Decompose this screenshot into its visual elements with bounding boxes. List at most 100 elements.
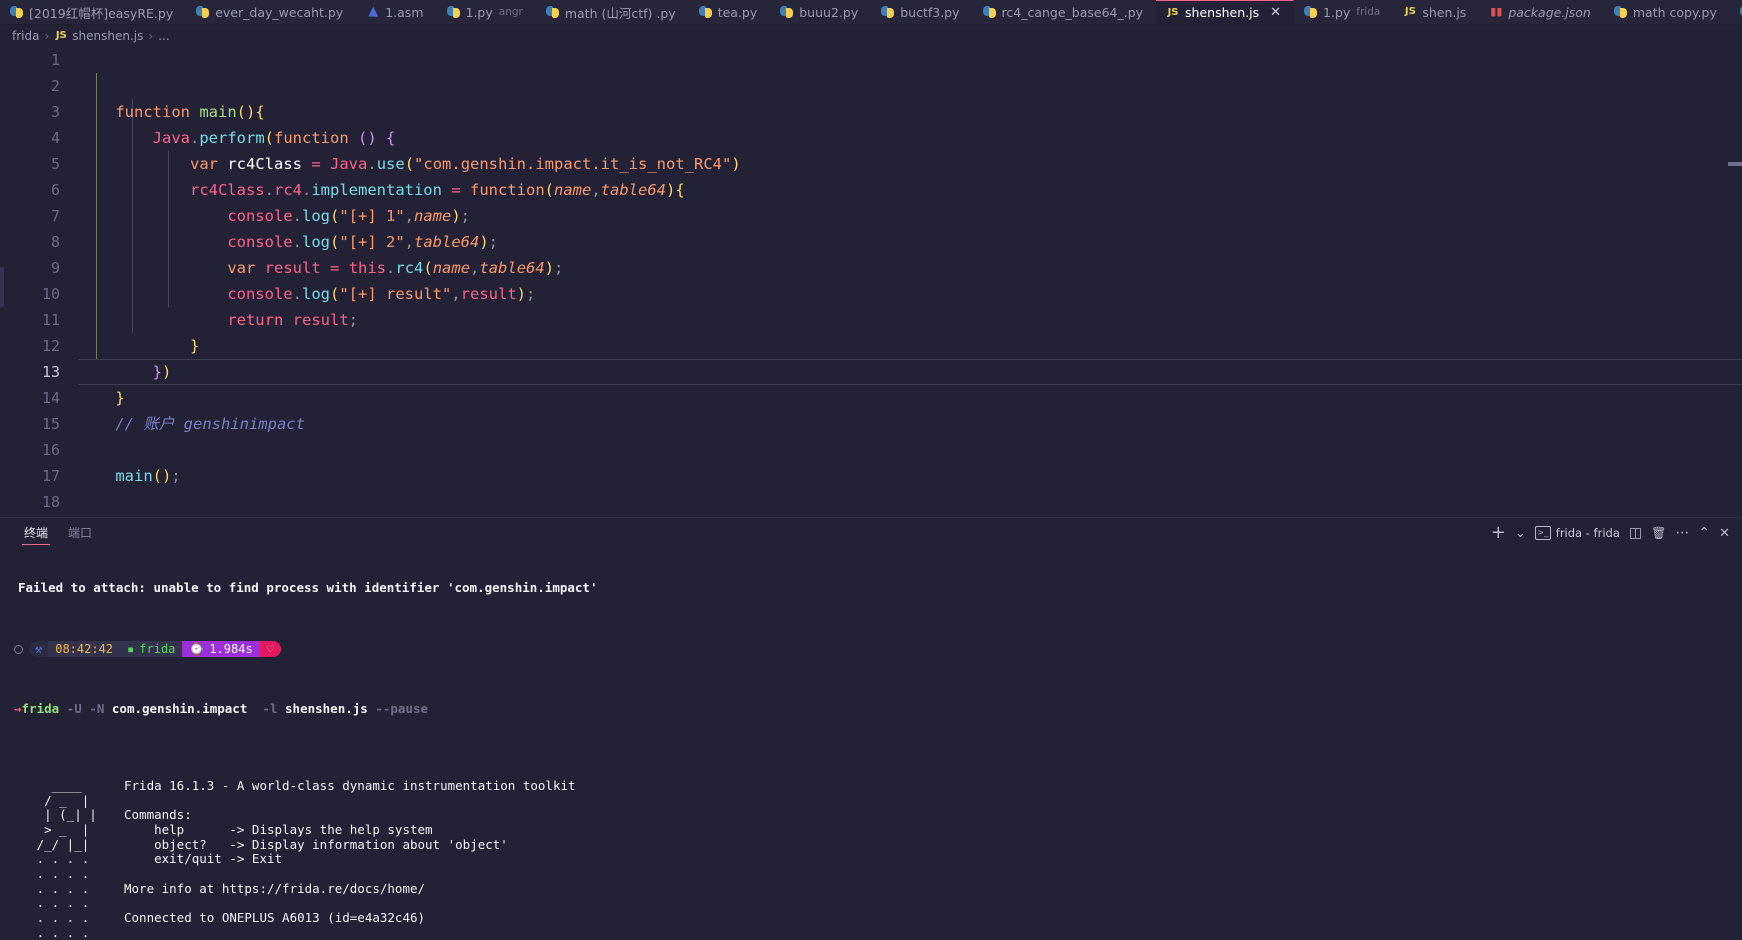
token-keyword-this: this [348,259,387,277]
code-line[interactable]: 16 [0,437,1742,463]
token-comma: , [470,259,480,277]
token-semicolon: ; [171,467,181,485]
tab-math-shanhectf-py[interactable]: math (山河ctf) .py [535,0,689,24]
heart-icon: ♡ [259,641,281,658]
tab-ever-day-wecaht-py[interactable]: ever_day_wecaht.py [186,0,357,24]
token-paren: ( [236,103,246,121]
code-line[interactable]: 18 [0,489,1742,515]
line-number: 5 [50,155,60,173]
prompt-arrow-icon: → [14,701,22,717]
code-line[interactable]: 12 } [0,333,1742,407]
tab-1-asm[interactable]: ▲ 1.asm [356,0,437,24]
tab-label: 1.py [465,4,493,20]
token-param-name: name [414,207,452,225]
line-number: 13 [41,363,60,381]
tab-shen-js[interactable]: JS shen.js [1393,0,1480,24]
python-file-icon [196,5,210,19]
line-number: 1 [50,51,60,69]
token-operator: = [330,259,340,277]
token-paren: ( [423,259,433,277]
token-paren: ) [451,207,461,225]
art-line: . . . . [14,866,90,882]
split-terminal-icon[interactable]: ◫ [1629,526,1642,540]
python-file-icon [881,5,895,19]
token-brace: { [386,129,396,147]
kill-terminal-icon[interactable]: 🗑 [1651,527,1666,539]
token-keyword-function: function [274,129,349,147]
token-keyword-function: function [115,103,190,121]
art-line: /_/ |_| [14,836,90,852]
tab-label: rc4_cange_base64_.py [1001,4,1144,20]
command-target: com.genshin.impact [111,701,248,717]
active-terminal-chip[interactable]: >_ frida - frida [1534,526,1620,540]
code-line[interactable]: 1 function main(){ [0,47,1742,121]
art-line: ____ [14,777,82,793]
terminal-output[interactable]: Failed to attach: unable to find process… [0,548,1742,940]
tab-tea-py[interactable]: tea.py [688,0,771,24]
code-line[interactable]: 17 //→ frida -U -N com.genshin.impact -l… [0,463,1742,489]
code-line[interactable]: 2 Java.perform(function () { [0,73,1742,147]
token-param-table64: table64 [600,181,667,199]
tab-package-json[interactable]: ▮▮ package.json [1479,0,1604,24]
panel-tab-ports[interactable]: 端口 [58,518,102,548]
new-terminal-dropdown-icon[interactable]: ⌄ [1515,527,1526,540]
breadcrumb-item-symbol[interactable]: ... [158,29,169,43]
tab-1-py-frida[interactable]: 1.py frida [1294,0,1394,24]
tab-label: tea.py [717,4,758,20]
token-comma: , [404,233,414,251]
line-number: 6 [50,181,60,199]
tab-rc4-cange-base64-py[interactable]: rc4_cange_base64_.py [972,0,1157,24]
code-line-text: return result; [115,311,358,329]
token-method-use: use [376,155,405,173]
bottom-panel: 终端 端口 + ⌄ >_ frida - frida ◫ 🗑 ⋯ ⌃ ✕ Fai… [0,517,1742,940]
close-panel-icon[interactable]: ✕ [1719,527,1730,540]
line-number: 9 [50,259,60,277]
tab-1-py-angr[interactable]: 1.py angr [436,0,536,24]
breadcrumb-item-file[interactable]: shenshen.js [72,29,143,43]
branch-icon: ▪ [127,641,135,656]
tab-math-copy-py[interactable]: math copy.py [1603,0,1730,24]
editor-tab-bar: [2019红帽杯]easyRE.py ever_day_wecaht.py ▲ … [0,0,1742,25]
tab-close-icon[interactable]: ✕ [1270,6,1281,19]
tab-shenshen-js[interactable]: JS shenshen.js ✕ [1156,0,1295,24]
token-dot: . [264,181,274,199]
line-number: 10 [41,285,60,303]
token-paren: ( [404,155,415,173]
tab-3-py[interactable]: 3.py [1729,0,1742,24]
frida-banner-text: Frida 16.1.3 - A world-class dynamic ins… [124,778,576,940]
token-paren: ( [329,207,340,225]
code-line-active[interactable]: 13 // 账户 genshinimpact [0,359,1742,433]
maximize-panel-icon[interactable]: ⌃ [1698,526,1710,540]
code-editor[interactable]: 1 function main(){ 2 Java.perform(functi… [0,47,1742,517]
prompt-time: 08:42:42 [48,641,121,658]
token-variable-result: result [460,285,517,303]
panel-tab-terminal[interactable]: 终端 [14,518,58,548]
indent-guide [96,73,97,359]
code-line-text: console.log("[+] 1",name); [115,207,470,225]
more-actions-icon[interactable]: ⋯ [1675,526,1689,540]
banner-more-info: More info at https://frida.re/docs/home/ [124,880,426,896]
javascript-file-icon: JS [55,30,67,41]
token-comma: , [451,285,461,303]
breadcrumb-item-folder[interactable]: frida [12,29,39,43]
new-terminal-icon[interactable]: + [1491,524,1506,542]
code-line-text: Java.perform(function () { [115,129,396,147]
panel-actions: + ⌄ >_ frida - frida ◫ 🗑 ⋯ ⌃ ✕ [1491,524,1734,542]
command-flag: --pause [375,701,429,717]
line-number: 12 [41,337,60,355]
timer-value: 1.984s [209,641,253,656]
line-number: 18 [41,493,60,511]
tab-buuu2-py[interactable]: buuu2.py [770,0,872,24]
token-property-rc4: rc4 [273,181,302,199]
python-file-icon [446,5,461,19]
indent-guide [168,151,169,307]
code-line[interactable]: 14 [0,385,1742,411]
token-semicolon: ; [526,285,536,303]
token-keyword-var: var [227,259,256,277]
tab-label: 1.asm [385,4,424,20]
tab-easyre-py[interactable]: [2019红帽杯]easyRE.py [0,0,187,24]
token-paren: ) [516,285,526,303]
art-line: | (_| | [14,807,97,823]
code-line-text: function main(){ [115,103,264,121]
tab-buctf3-py[interactable]: buctf3.py [871,0,973,24]
